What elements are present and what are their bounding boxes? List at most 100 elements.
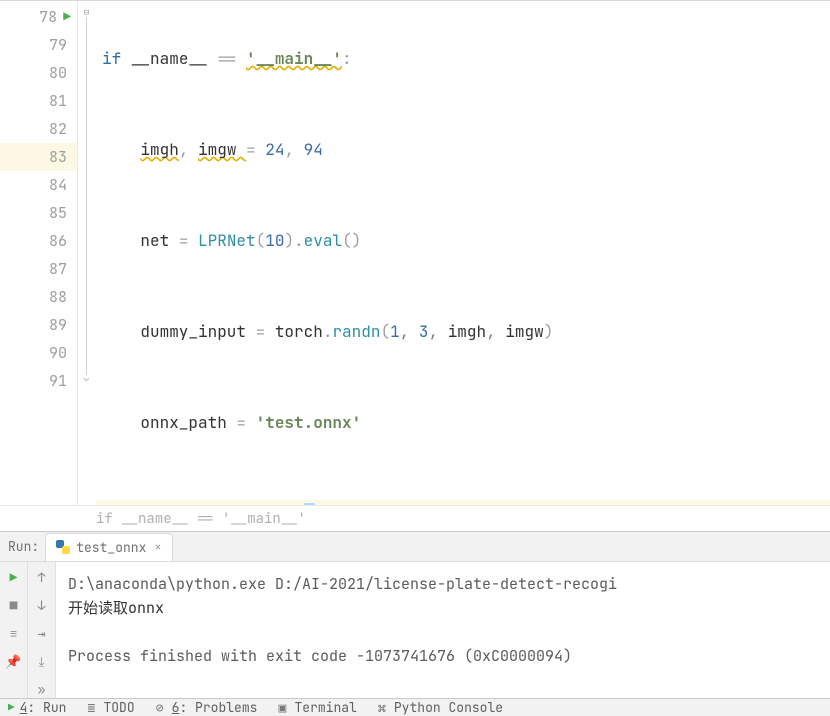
run-line-icon[interactable]: ▶ bbox=[63, 3, 71, 31]
tab-python-console[interactable]: ⌘ Python Console bbox=[375, 699, 503, 716]
console-line bbox=[68, 622, 77, 642]
down-icon[interactable]: ↓ bbox=[33, 596, 51, 614]
gutter-row[interactable]: 90 bbox=[0, 339, 77, 367]
gutter-row[interactable]: 80 bbox=[0, 59, 77, 87]
tab-problems[interactable]: ⊘ 6: Problems bbox=[153, 699, 258, 716]
tok: dummy_input bbox=[140, 321, 255, 342]
tok: = bbox=[236, 412, 255, 433]
gutter-row[interactable]: 91 bbox=[0, 367, 77, 395]
close-icon[interactable]: × bbox=[154, 539, 161, 555]
gutter-row[interactable]: 83 bbox=[0, 143, 77, 171]
tok: 94 bbox=[304, 139, 323, 160]
tab-run[interactable]: ▶ 4: Run bbox=[8, 699, 66, 716]
line-number: 83 bbox=[33, 143, 67, 171]
gutter-row[interactable]: 82 bbox=[0, 115, 77, 143]
console-line: D:\anaconda\python.exe D:/AI-2021/licens… bbox=[68, 574, 617, 594]
fold-close-icon[interactable]: ⌄ bbox=[81, 373, 92, 384]
tok: LPRNet bbox=[198, 230, 256, 251]
run-secondary-toolbar: ↑ ↓ ⇥ ⤓ » bbox=[28, 562, 56, 698]
warning-icon: ⊘ bbox=[153, 701, 167, 715]
tok: imgw bbox=[505, 321, 543, 342]
scroll-to-end-icon[interactable]: ⤓ bbox=[33, 652, 51, 670]
tok: onnx_path bbox=[140, 412, 236, 433]
gutter-row[interactable]: 85 bbox=[0, 199, 77, 227]
breadcrumb[interactable]: if __name__ == '__main__' bbox=[0, 505, 830, 531]
line-number: 84 bbox=[33, 171, 67, 199]
tok: ) bbox=[544, 321, 554, 342]
gutter-row[interactable]: 84 bbox=[0, 171, 77, 199]
tok: 'test.onnx' bbox=[256, 412, 362, 433]
tab-todo[interactable]: ≣ TODO bbox=[84, 699, 134, 716]
pin-icon[interactable]: 📌 bbox=[5, 652, 23, 670]
line-number: 79 bbox=[33, 31, 67, 59]
soft-wrap-icon[interactable]: ⇥ bbox=[33, 624, 51, 642]
run-config-tab[interactable]: test_onnx × bbox=[45, 533, 172, 561]
tok: '__main__' bbox=[246, 48, 342, 69]
gutter-row[interactable]: 86 bbox=[0, 227, 77, 255]
line-number: 91 bbox=[33, 367, 67, 395]
fold-column[interactable]: ⊟ ⌄ bbox=[78, 1, 96, 505]
breadcrumb-item[interactable]: if __name__ == '__main__' bbox=[96, 510, 306, 528]
tok: imgw bbox=[198, 139, 246, 160]
code-content[interactable]: if __name__ == '__main__': imgh, imgw = … bbox=[96, 1, 830, 505]
run-body: ▶ ■ ≡ 📌 ↑ ↓ ⇥ ⤓ » D:\anaconda\python.exe… bbox=[0, 562, 830, 698]
tab-terminal[interactable]: ▣ Terminal bbox=[275, 699, 356, 716]
gutter-row[interactable]: 87 bbox=[0, 255, 77, 283]
label: Python Console bbox=[394, 699, 503, 716]
console-exit-line: Process finished with exit code -1073741… bbox=[68, 646, 572, 666]
tok: randn bbox=[332, 321, 380, 342]
code-line[interactable]: dummy_input = torch.randn(1, 3, imgh, im… bbox=[96, 318, 830, 346]
gutter-row[interactable]: 88 bbox=[0, 283, 77, 311]
tok: ( bbox=[256, 230, 266, 251]
label: : Run bbox=[27, 699, 66, 716]
run-primary-toolbar: ▶ ■ ≡ 📌 bbox=[0, 562, 28, 698]
code-line[interactable]: imgh, imgw = 24, 94 bbox=[96, 136, 830, 164]
tok: , bbox=[284, 139, 303, 160]
tok: = bbox=[246, 139, 265, 160]
run-header: Run: test_onnx × bbox=[0, 532, 830, 562]
gutter-row[interactable]: 78▶ bbox=[0, 3, 77, 31]
line-number: 78 bbox=[23, 3, 57, 31]
tok: , bbox=[179, 139, 198, 160]
rerun-icon[interactable]: ▶ bbox=[5, 568, 23, 586]
tok: . bbox=[323, 321, 333, 342]
code-editor[interactable]: 78▶ 79 80 81 82 83 84 85 86 87 88 89 90 … bbox=[0, 0, 830, 505]
tok: 10 bbox=[265, 230, 284, 251]
tok: , bbox=[400, 321, 419, 342]
tok: . bbox=[294, 230, 304, 251]
tok: eval bbox=[304, 230, 342, 251]
console-output[interactable]: D:\anaconda\python.exe D:/AI-2021/licens… bbox=[56, 562, 830, 698]
label: TODO bbox=[103, 699, 134, 716]
line-number: 89 bbox=[33, 311, 67, 339]
code-line[interactable]: if __name__ == '__main__': bbox=[96, 45, 830, 73]
line-number: 80 bbox=[33, 59, 67, 87]
tok: ) bbox=[284, 230, 294, 251]
terminal-icon: ▣ bbox=[275, 701, 289, 715]
line-number: 86 bbox=[33, 227, 67, 255]
line-number: 82 bbox=[33, 115, 67, 143]
line-number: 85 bbox=[33, 199, 67, 227]
tok: = bbox=[256, 321, 275, 342]
gutter-row[interactable]: 89 bbox=[0, 311, 77, 339]
tok: imgh bbox=[140, 139, 178, 160]
line-number-gutter[interactable]: 78▶ 79 80 81 82 83 84 85 86 87 88 89 90 … bbox=[0, 1, 78, 505]
tok: , bbox=[486, 321, 505, 342]
line-number: 90 bbox=[33, 339, 67, 367]
chevron-right-icon[interactable]: » bbox=[33, 680, 51, 698]
tok: ( bbox=[380, 321, 390, 342]
label: : Problems bbox=[179, 699, 257, 716]
gutter-row[interactable]: 81 bbox=[0, 87, 77, 115]
tok: , bbox=[428, 321, 447, 342]
layout-icon[interactable]: ≡ bbox=[5, 624, 23, 642]
tok: () bbox=[342, 230, 361, 251]
stop-icon[interactable]: ■ bbox=[5, 596, 23, 614]
label: Terminal bbox=[294, 699, 356, 716]
code-line[interactable]: net = LPRNet(10).eval() bbox=[96, 227, 830, 255]
up-icon[interactable]: ↑ bbox=[33, 568, 51, 586]
gutter-row[interactable]: 79 bbox=[0, 31, 77, 59]
line-number: 88 bbox=[33, 283, 67, 311]
tok: 24 bbox=[265, 139, 284, 160]
python-icon: ⌘ bbox=[375, 701, 389, 715]
tok: __name__ bbox=[131, 48, 217, 69]
code-line[interactable]: onnx_path = 'test.onnx' bbox=[96, 409, 830, 437]
